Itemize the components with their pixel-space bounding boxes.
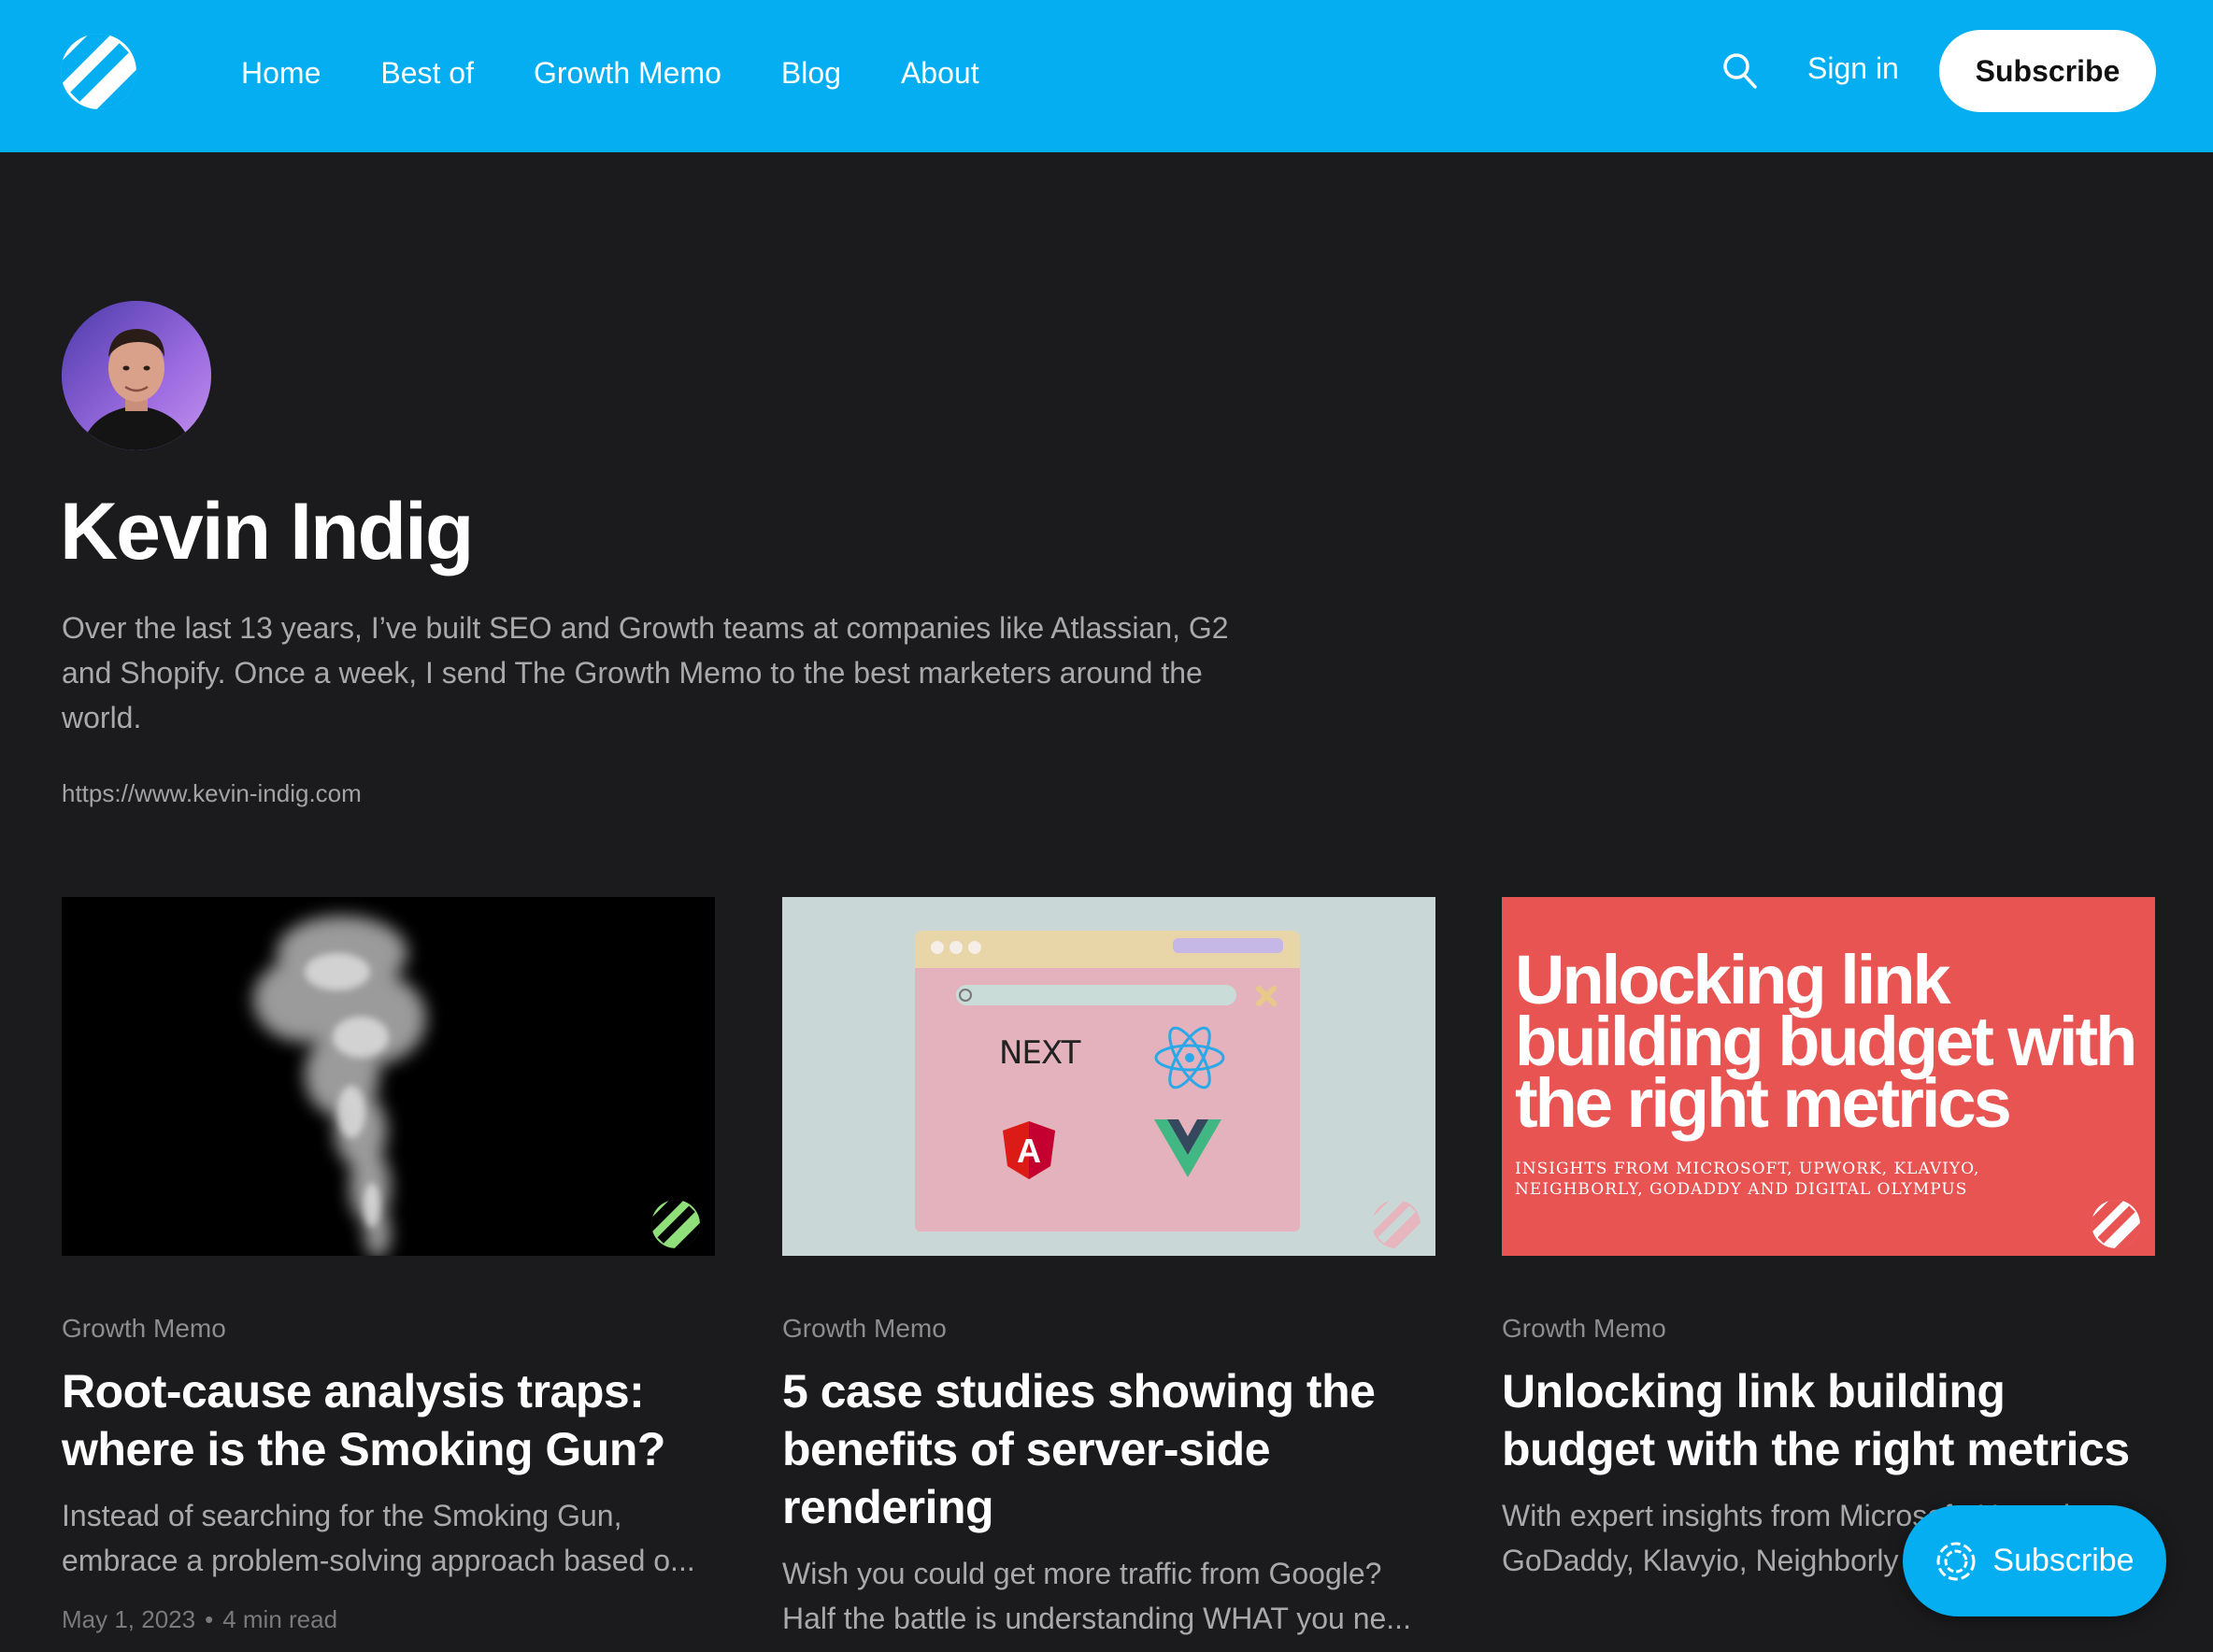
nav-about[interactable]: About	[901, 56, 979, 91]
post-date: May 1, 2023	[62, 1605, 196, 1633]
site-logo-icon[interactable]	[61, 34, 136, 109]
nav-best-of[interactable]: Best of	[380, 56, 474, 91]
nav-blog[interactable]: Blog	[781, 56, 841, 91]
author-bio: Over the last 13 years, I’ve built SEO a…	[62, 611, 1229, 734]
subscribe-button[interactable]: Subscribe	[1939, 30, 2156, 112]
nextjs-icon: NEXT	[999, 1034, 1081, 1072]
author-name: Kevin Indig	[60, 487, 474, 577]
sign-in-link[interactable]: Sign in	[1807, 51, 1899, 86]
post-tag[interactable]: Growth Memo	[1502, 1314, 2155, 1344]
post-tag[interactable]: Growth Memo	[62, 1314, 715, 1344]
post-title[interactable]: Root-cause analysis traps: where is the …	[62, 1362, 715, 1478]
post-title[interactable]: 5 case studies showing the benefits of s…	[782, 1362, 1435, 1536]
post-thumbnail-smoke[interactable]	[62, 897, 715, 1256]
site-header: Home Best of Growth Memo Blog About Sign…	[0, 0, 2213, 152]
post-card[interactable]: Growth Memo Root-cause analysis traps: w…	[62, 897, 715, 1634]
post-thumbnail-link-building[interactable]: Unlocking link building budget with the …	[1502, 897, 2155, 1256]
nav-growth-memo[interactable]: Growth Memo	[534, 56, 721, 91]
author-avatar	[62, 301, 211, 450]
post-card[interactable]: NEXT A Growth Memo 5 case studies showin…	[782, 897, 1435, 1641]
post-excerpt: Instead of searching for the Smoking Gun…	[62, 1499, 695, 1577]
brand-corner-icon	[651, 1200, 700, 1248]
post-title[interactable]: Unlocking link building budget with the …	[1502, 1362, 2155, 1478]
post-meta: May 1, 2023 • 4 min read	[62, 1605, 715, 1634]
search-icon[interactable]	[1721, 51, 1759, 91]
post-tag[interactable]: Growth Memo	[782, 1314, 1435, 1344]
thumbnail-subtitle: Insights from Microsoft, Upwork, Klaviyo…	[1515, 1160, 1980, 1199]
portal-icon	[1936, 1542, 1976, 1580]
floating-subscribe-button[interactable]: Subscribe	[1903, 1505, 2166, 1616]
nav-home[interactable]: Home	[241, 56, 321, 91]
post-card[interactable]: Unlocking link building budget with the …	[1502, 897, 2155, 1583]
post-thumbnail-frameworks[interactable]: NEXT A	[782, 897, 1435, 1256]
meta-separator: •	[205, 1605, 214, 1633]
thumbnail-headline: Unlocking link building budget with the …	[1515, 941, 2137, 1142]
post-excerpt: Wish you could get more traffic from Goo…	[782, 1557, 1411, 1635]
floating-subscribe-label: Subscribe	[1992, 1543, 2134, 1578]
brand-corner-icon	[1372, 1200, 1421, 1248]
post-read-time: 4 min read	[222, 1605, 338, 1633]
svg-text:A: A	[1017, 1132, 1041, 1170]
main-nav: Home Best of Growth Memo Blog About	[241, 0, 1039, 147]
brand-corner-icon	[2092, 1200, 2140, 1248]
author-website-link[interactable]: https://www.kevin-indig.com	[62, 779, 362, 808]
